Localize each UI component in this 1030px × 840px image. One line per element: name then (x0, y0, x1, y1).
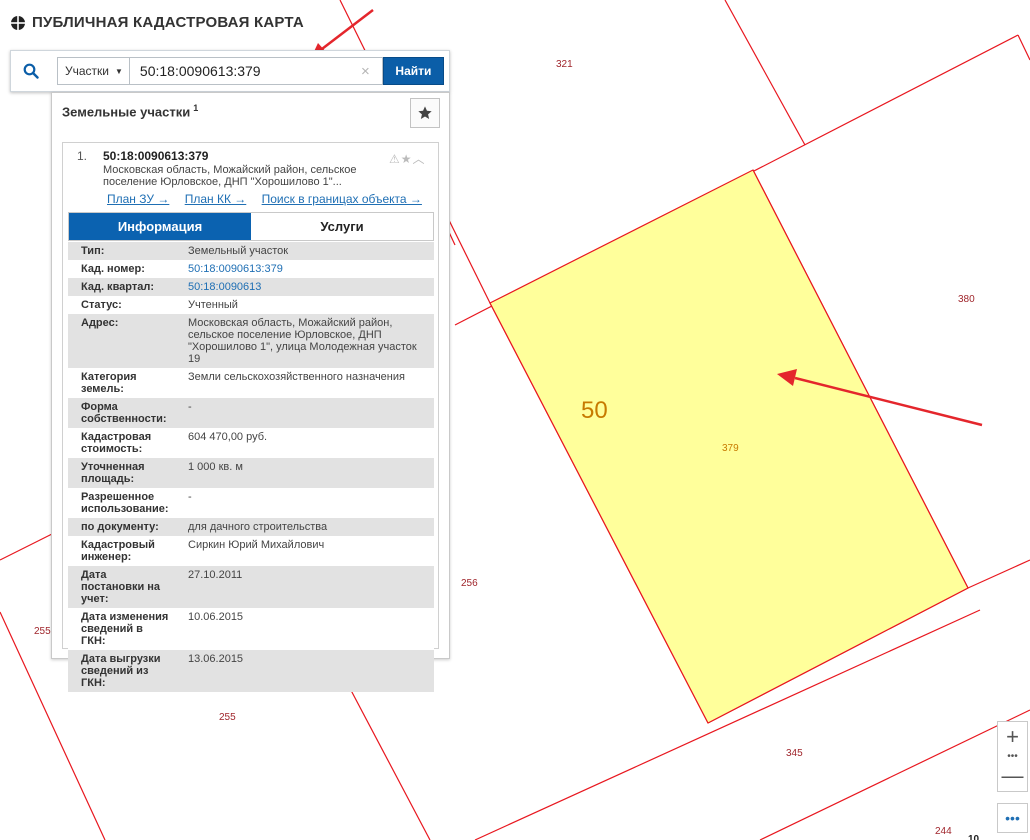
tab-information[interactable]: Информация (69, 213, 251, 240)
field-value: - (188, 491, 192, 503)
parcel-label: 10 (968, 834, 980, 840)
result-cadastral-number[interactable]: 50:18:0090613:379 (103, 149, 208, 163)
parcel-label: 256 (461, 578, 478, 589)
info-row: Кадастровая стоимость: 604 470,00 руб. (68, 428, 434, 458)
result-tabs: Информация Услуги (68, 212, 434, 241)
field-label: по документу: (81, 521, 159, 533)
info-row: Кад. квартал: 50:18:0090613 (68, 278, 434, 296)
object-type-select[interactable]: Участки ▼ (57, 57, 130, 85)
tab-services[interactable]: Услуги (251, 213, 433, 240)
parcel-label: 345 (786, 748, 803, 759)
zoom-in-button[interactable]: + (998, 722, 1027, 752)
parcel-label: 379 (722, 443, 739, 454)
info-table: Тип: Земельный участок Кад. номер: 50:18:0… (68, 242, 434, 692)
parcel-label: 380 (958, 294, 975, 305)
clear-icon[interactable]: × (361, 63, 370, 80)
app-title: ПУБЛИЧНАЯ КАДАСТРОВАЯ КАРТА (32, 14, 304, 31)
parcel-boundary (967, 559, 1030, 589)
info-row: Адрес: Московская область, Можайский райо… (68, 314, 434, 368)
field-label: Статус: (81, 299, 122, 311)
field-value: 10.06.2015 (188, 611, 244, 623)
result-links: План ЗУ → План КК → Поиск в границах объ… (107, 192, 434, 206)
result-count: 1 (193, 103, 199, 113)
more-options-button[interactable]: ••• (997, 803, 1028, 833)
parcel-label: 255 (34, 626, 51, 637)
result-address: Московская область, Можайский район, сел… (103, 164, 357, 188)
field-value: 27.10.2011 (188, 569, 243, 581)
zoom-control: + ••• — (997, 721, 1028, 792)
field-value: Земельный участок (188, 245, 289, 257)
info-row: Тип: Земельный участок (68, 242, 434, 260)
field-label: Дата изменения сведений в ГКН: (81, 611, 169, 647)
field-label: Форма собственности: (81, 401, 167, 425)
result-tools: ⚠★︿ (389, 150, 426, 167)
panel-title-text: Земельные участки (62, 104, 191, 120)
app-header: ПУБЛИЧНАЯ КАДАСТРОВАЯ КАРТА (10, 14, 304, 31)
info-row: Дата выгрузки сведений из ГКН: 13.06.2015 (68, 650, 434, 692)
chevron-up-icon[interactable]: ︿ (413, 152, 426, 166)
panel-title: Земельные участки 1 (62, 103, 198, 119)
info-row: Кад. номер: 50:18:0090613:379 (68, 260, 434, 278)
info-row: по документу: для дачного строительства (68, 518, 434, 536)
field-value: - (188, 401, 192, 413)
field-value: для дачного строительства (188, 521, 328, 533)
field-label: Кадастровый инженер: (81, 539, 155, 563)
plan-zu-link[interactable]: План ЗУ → (107, 192, 169, 206)
field-label: Дата выгрузки сведений из ГКН: (81, 653, 161, 689)
result-card: 1. 50:18:0090613:379 Московская область,… (62, 142, 439, 692)
parcel-boundary (759, 709, 1030, 840)
search-input[interactable] (129, 57, 383, 85)
results-panel: Земельные участки 1 1. 50:18:0090613:379 … (51, 92, 450, 692)
info-row: Разрешенное использование: - (68, 488, 434, 518)
star-icon (418, 106, 432, 119)
zoom-out-button[interactable]: — (998, 761, 1027, 791)
field-label: Разрешенное использование: (81, 491, 169, 515)
warning-icon[interactable]: ⚠ (389, 152, 401, 166)
result-index: 1. (77, 149, 88, 163)
cadastral-quarter-link[interactable]: 50:18:0090613 (176, 278, 434, 296)
field-label: Кад. квартал: (81, 281, 155, 293)
field-value: 1 000 кв. м (188, 461, 243, 473)
field-label: Дата постановки на учет: (81, 569, 161, 605)
find-button[interactable]: Найти (382, 57, 444, 85)
field-value: Сиркин Юрий Михайлович (188, 539, 325, 551)
star-icon[interactable]: ★ (401, 152, 413, 166)
field-value: 13.06.2015 (188, 653, 244, 665)
field-label: Адрес: (81, 317, 119, 329)
parcel-boundary (0, 533, 53, 561)
field-label: Кад. номер: (81, 263, 145, 275)
plan-kk-link[interactable]: План КК → (185, 192, 247, 206)
info-row: Статус: Учтенный (68, 296, 434, 314)
search-within-link[interactable]: Поиск в границах объекта → (262, 192, 422, 206)
field-value: Учтенный (188, 299, 238, 311)
cadastral-number-link[interactable]: 50:18:0090613:379 (176, 260, 434, 278)
search-bar: Участки ▼ × Найти (10, 50, 450, 92)
region-label: 50 (581, 397, 608, 424)
info-row: Дата изменения сведений в ГКН: 10.06.2015 (68, 608, 434, 650)
field-label: Уточненная площадь: (81, 461, 145, 485)
field-label: Категория земель: (81, 371, 137, 395)
logo-icon (10, 14, 26, 31)
favorites-button[interactable] (410, 98, 440, 128)
search-icon[interactable] (11, 51, 51, 91)
parcel-boundary (724, 0, 806, 146)
zoom-level-dots: ••• (1007, 750, 1018, 762)
info-row: Категория земель: Земли сельскохозяйствен… (68, 368, 434, 398)
chevron-down-icon: ▼ (115, 66, 123, 76)
field-value: 604 470,00 руб. (188, 431, 268, 443)
info-row: Форма собственности: - (68, 398, 434, 428)
field-value: Земли сельскохозяйственного назначения (188, 371, 405, 383)
field-label: Кадастровая стоимость: (81, 431, 152, 455)
info-row: Кадастровый инженер: Сиркин Юрий Михайлов… (68, 536, 434, 566)
parcel-label: 321 (556, 59, 573, 70)
info-row: Уточненная площадь: 1 000 кв. м (68, 458, 434, 488)
parcel-label: 255 (219, 712, 236, 723)
parcel-label: 244 (935, 826, 952, 837)
info-row: Дата постановки на учет: 27.10.2011 (68, 566, 434, 608)
field-value: Московская область, Можайский район, сел… (188, 317, 417, 365)
field-label: Тип: (81, 245, 105, 257)
object-type-value: Участки (65, 64, 109, 78)
parcel-boundary (1017, 34, 1030, 61)
